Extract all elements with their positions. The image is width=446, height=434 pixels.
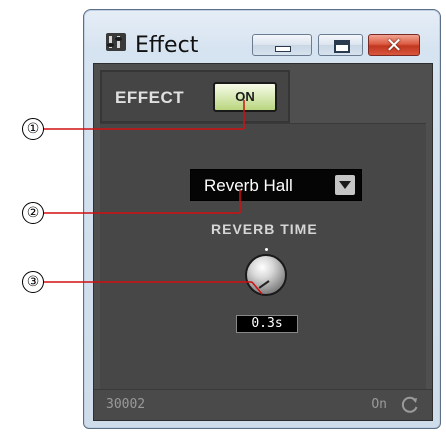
reverb-time-value[interactable]: 0.3s: [236, 315, 298, 333]
refresh-icon[interactable]: [400, 395, 420, 415]
window-title: Effect: [135, 33, 199, 58]
reverb-type-dropdown[interactable]: Reverb Hall: [190, 169, 362, 201]
device-id: 30002: [106, 397, 146, 412]
knob-indicator-dot: [265, 248, 268, 251]
status-bar: 30002 On: [94, 389, 432, 420]
status-text: On: [371, 397, 387, 412]
effect-window: Effect ✕ EFFECT ON Reverb Hall REVERB TI…: [83, 9, 441, 429]
callout-2: ②: [22, 202, 44, 224]
title-bar[interactable]: Effect ✕: [84, 10, 440, 62]
knob-icon[interactable]: [245, 254, 287, 296]
reverb-type-value: Reverb Hall: [204, 176, 293, 195]
reverb-time-label: REVERB TIME: [211, 221, 318, 237]
minimize-button[interactable]: [252, 34, 312, 56]
close-icon: ✕: [385, 33, 403, 57]
maximize-icon: [334, 40, 350, 53]
minimize-icon: [275, 46, 291, 52]
app-icon: [106, 33, 126, 51]
chevron-down-icon[interactable]: [335, 175, 355, 195]
effect-body: Reverb Hall REVERB TIME 0.3s: [100, 123, 426, 390]
effect-client-area: EFFECT ON Reverb Hall REVERB TIME 0.3s 3…: [93, 63, 433, 421]
effect-label: EFFECT: [115, 88, 185, 107]
knob-pointer: [258, 280, 270, 289]
close-button[interactable]: ✕: [368, 33, 420, 57]
maximize-button[interactable]: [318, 34, 363, 56]
effect-header: EFFECT ON: [100, 70, 290, 123]
reverb-time-knob[interactable]: [239, 248, 295, 304]
effect-on-button[interactable]: ON: [213, 82, 277, 112]
callout-3: ③: [22, 271, 44, 293]
callout-1: ①: [22, 118, 44, 140]
